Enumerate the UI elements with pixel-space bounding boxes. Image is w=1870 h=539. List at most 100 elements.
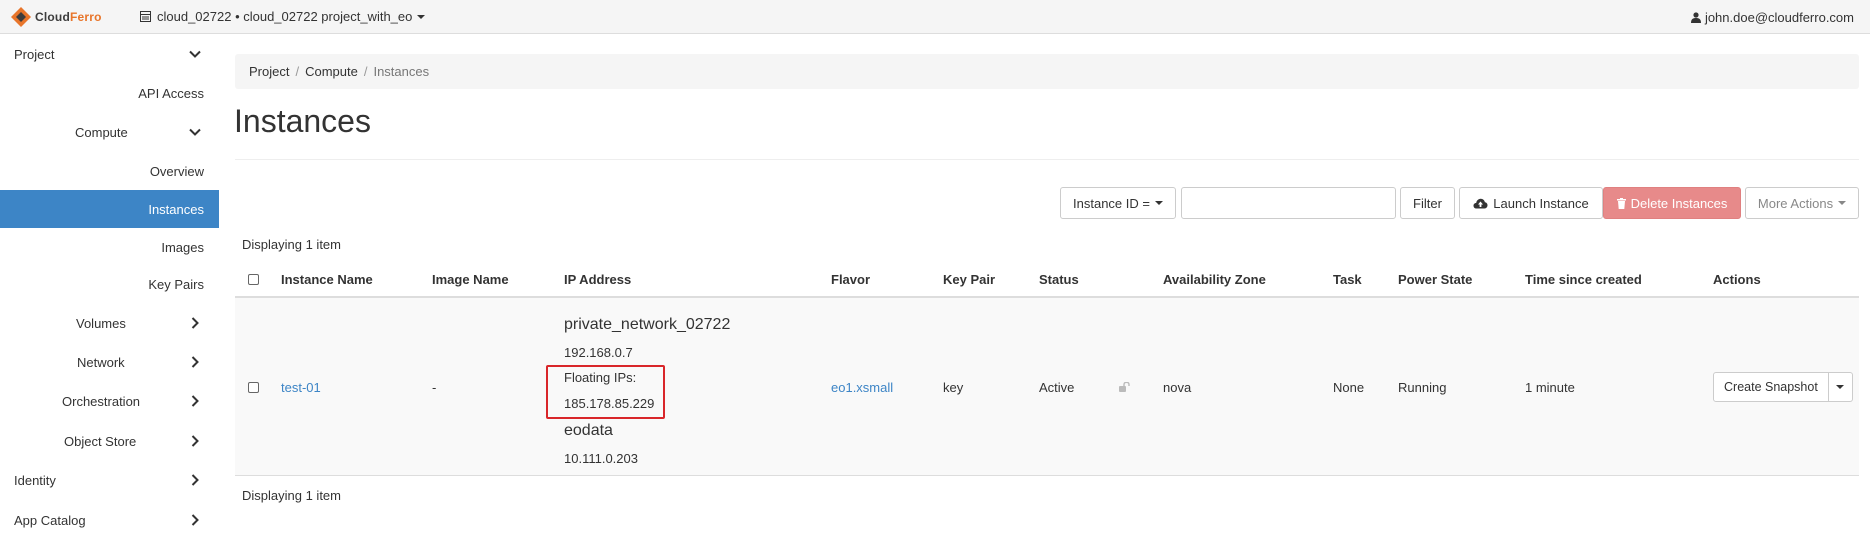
cloud-upload-icon bbox=[1473, 198, 1488, 208]
image-name-cell: - bbox=[432, 380, 437, 395]
instance-name-link[interactable]: test-01 bbox=[281, 380, 321, 395]
sidebar-item-images[interactable]: Images bbox=[0, 228, 219, 266]
project-picker[interactable]: cloud_02722 • cloud_02722 project_with_e… bbox=[140, 9, 426, 24]
col-header-instance-name[interactable]: Instance Name bbox=[281, 272, 373, 287]
col-header-actions: Actions bbox=[1713, 272, 1761, 287]
row-actions: Create Snapshot bbox=[1713, 372, 1853, 402]
flavor-link[interactable]: eo1.xsmall bbox=[831, 380, 893, 395]
sidebar-item-label: App Catalog bbox=[14, 512, 86, 528]
page-title: Instances bbox=[234, 103, 371, 139]
col-header-key-pair[interactable]: Key Pair bbox=[943, 272, 995, 287]
sidebar-item-instances[interactable]: Instances bbox=[0, 190, 219, 228]
time-since-created-cell: 1 minute bbox=[1525, 380, 1575, 395]
network-name: eodata bbox=[564, 422, 613, 439]
chevron-right-icon bbox=[191, 356, 199, 368]
breadcrumb-compute[interactable]: Compute bbox=[305, 64, 358, 79]
sidebar-item-volumes[interactable]: Volumes bbox=[0, 304, 219, 342]
sidebar-item-network[interactable]: Network bbox=[0, 343, 219, 381]
filter-input[interactable] bbox=[1181, 187, 1396, 219]
sidebar-item-label: Identity bbox=[14, 472, 56, 488]
delete-instances-button[interactable]: Delete Instances bbox=[1603, 187, 1741, 219]
sidebar-item-label: Instances bbox=[148, 201, 204, 217]
sidebar-item-project[interactable]: Project bbox=[0, 35, 219, 73]
sidebar: Project API Access Compute Overview Inst… bbox=[0, 35, 219, 539]
ip-address: 10.111.0.203 bbox=[564, 451, 638, 466]
col-header-flavor[interactable]: Flavor bbox=[831, 272, 870, 287]
row-actions-dropdown-toggle[interactable] bbox=[1828, 372, 1853, 402]
chevron-right-icon bbox=[191, 435, 199, 447]
sidebar-item-app-catalog[interactable]: App Catalog bbox=[0, 501, 219, 539]
title-divider bbox=[235, 159, 1859, 160]
col-header-time-since-created[interactable]: Time since created bbox=[1525, 272, 1642, 287]
item-count-bottom: Displaying 1 item bbox=[242, 488, 341, 503]
caret-down-icon bbox=[1838, 201, 1847, 205]
sidebar-item-object-store[interactable]: Object Store bbox=[0, 422, 219, 460]
task-cell: None bbox=[1333, 380, 1365, 395]
ip-address: 192.168.0.7 bbox=[564, 345, 633, 360]
sidebar-item-orchestration[interactable]: Orchestration bbox=[0, 382, 219, 420]
col-header-ip-address[interactable]: IP Address bbox=[564, 272, 631, 287]
logo-mark-icon bbox=[11, 6, 31, 27]
select-all-checkbox[interactable] bbox=[248, 274, 259, 285]
logo-text: CloudFerro bbox=[35, 9, 102, 24]
more-actions-label: More Actions bbox=[1757, 195, 1834, 211]
launch-instance-label: Launch Instance bbox=[1493, 195, 1589, 211]
network-name: private_network_02722 bbox=[564, 316, 731, 333]
sidebar-item-label: Object Store bbox=[64, 433, 137, 449]
delete-instances-label: Delete Instances bbox=[1630, 195, 1728, 211]
chevron-down-icon bbox=[189, 50, 201, 58]
breadcrumb-current: Instances bbox=[373, 64, 430, 79]
filter-field-label: Instance ID = bbox=[1073, 195, 1150, 211]
caret-down-icon bbox=[1154, 201, 1163, 205]
sidebar-item-label: Compute bbox=[75, 124, 128, 140]
breadcrumb-project[interactable]: Project bbox=[249, 64, 289, 79]
launch-instance-button[interactable]: Launch Instance bbox=[1459, 187, 1603, 219]
row-checkbox[interactable] bbox=[248, 382, 259, 393]
sidebar-item-key-pairs[interactable]: Key Pairs bbox=[0, 265, 219, 303]
chevron-down-icon bbox=[189, 128, 201, 136]
caret-down-icon bbox=[1836, 385, 1845, 389]
sidebar-item-label: Volumes bbox=[76, 315, 126, 331]
project-label: cloud_02722 • cloud_02722 project_with_e… bbox=[157, 9, 413, 24]
top-bar: CloudFerro cloud_02722 • cloud_02722 pro… bbox=[0, 0, 1870, 34]
col-header-image-name[interactable]: Image Name bbox=[432, 272, 509, 287]
col-header-availability-zone[interactable]: Availability Zone bbox=[1163, 272, 1266, 287]
status-cell: Active bbox=[1039, 380, 1075, 395]
sidebar-item-identity[interactable]: Identity bbox=[0, 461, 219, 499]
more-actions-button[interactable]: More Actions bbox=[1745, 187, 1859, 219]
unlock-icon[interactable] bbox=[1119, 382, 1131, 392]
breadcrumb-separator: / bbox=[363, 64, 368, 79]
col-header-task[interactable]: Task bbox=[1333, 272, 1362, 287]
sidebar-item-label: Network bbox=[77, 354, 125, 370]
sidebar-item-overview[interactable]: Overview bbox=[0, 152, 219, 190]
sidebar-item-compute[interactable]: Compute bbox=[0, 113, 219, 151]
chevron-right-icon bbox=[191, 317, 199, 329]
chevron-right-icon bbox=[191, 514, 199, 526]
key-pair-cell: key bbox=[943, 380, 964, 395]
chevron-right-icon bbox=[191, 395, 199, 407]
sidebar-item-label: Images bbox=[161, 239, 204, 255]
sidebar-item-api-access[interactable]: API Access bbox=[0, 74, 219, 112]
server-icon bbox=[140, 11, 151, 22]
floating-ip-highlight bbox=[546, 365, 665, 419]
availability-zone-cell: nova bbox=[1163, 380, 1192, 395]
chevron-right-icon bbox=[191, 474, 199, 486]
sidebar-item-label: Overview bbox=[149, 163, 204, 179]
filter-button-label: Filter bbox=[1413, 195, 1442, 211]
user-email: john.doe@cloudferro.com bbox=[1704, 9, 1854, 25]
trash-icon bbox=[1616, 197, 1626, 209]
sidebar-item-label: Orchestration bbox=[62, 393, 141, 409]
col-header-status[interactable]: Status bbox=[1039, 272, 1079, 287]
col-header-power-state[interactable]: Power State bbox=[1398, 272, 1472, 287]
breadcrumb-separator: / bbox=[295, 64, 300, 79]
cloudferro-logo[interactable]: CloudFerro bbox=[10, 6, 130, 28]
caret-down-icon bbox=[417, 14, 426, 19]
sidebar-item-label: Project bbox=[14, 46, 55, 62]
create-snapshot-button[interactable]: Create Snapshot bbox=[1713, 372, 1829, 402]
breadcrumb: Project / Compute / Instances bbox=[235, 54, 1859, 89]
user-icon bbox=[1690, 11, 1701, 23]
user-menu[interactable]: john.doe@cloudferro.com bbox=[1690, 0, 1854, 34]
power-state-cell: Running bbox=[1398, 380, 1447, 395]
filter-field-select[interactable]: Instance ID = bbox=[1060, 187, 1176, 219]
filter-button[interactable]: Filter bbox=[1400, 187, 1455, 219]
